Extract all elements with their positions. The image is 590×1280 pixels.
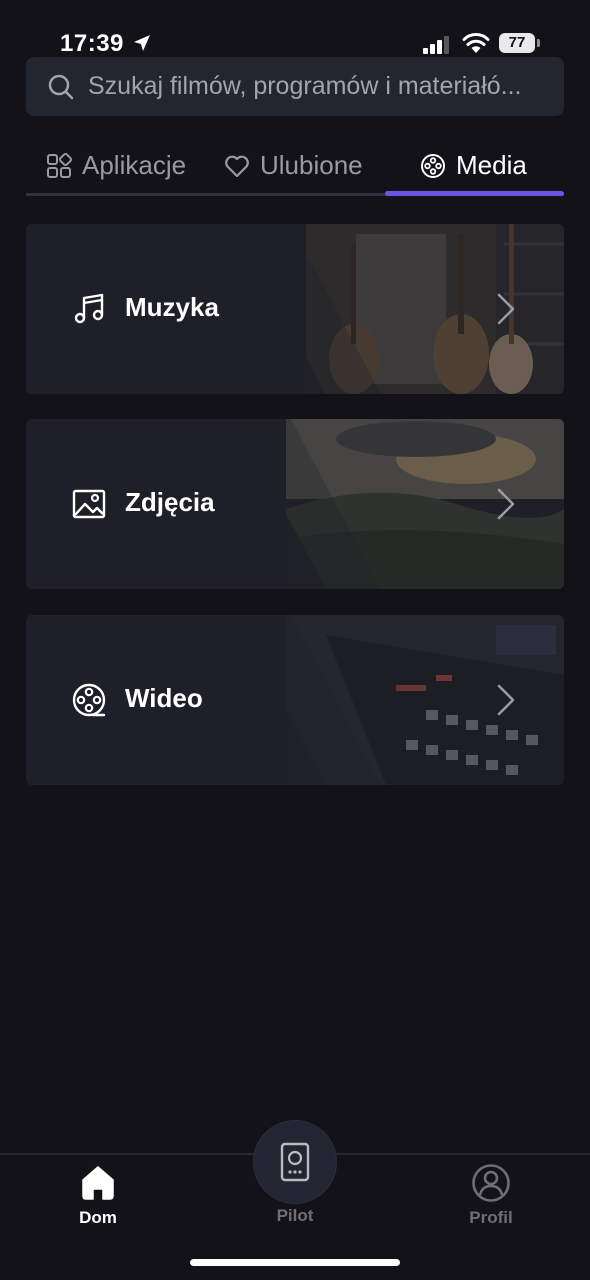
tab-ulubione[interactable]: Ulubione xyxy=(224,138,363,193)
image-icon xyxy=(72,489,106,519)
tab-media[interactable]: Media xyxy=(420,138,527,193)
media-card-label: Muzyka xyxy=(125,292,219,322)
category-tabs: Aplikacje Ulubione Media xyxy=(26,138,564,198)
location-arrow-icon xyxy=(134,35,150,51)
nav-label: Profil xyxy=(469,1208,513,1227)
tab-label: Ulubione xyxy=(260,150,363,180)
status-time: 17:39 xyxy=(60,30,124,57)
nav-label: Pilot xyxy=(276,1206,314,1225)
battery-level: 77 xyxy=(508,34,526,51)
status-bar: 17:39 77 xyxy=(0,0,590,57)
heart-icon xyxy=(225,155,249,177)
tab-label: Media xyxy=(456,150,527,180)
nav-item-pilot[interactable] xyxy=(254,1121,336,1203)
media-card-label: Zdjęcia xyxy=(125,487,215,517)
tab-aplikacje[interactable]: Aplikacje xyxy=(46,138,186,193)
tab-label: Aplikacje xyxy=(82,150,187,180)
search-input[interactable] xyxy=(88,57,550,116)
cellular-signal-icon xyxy=(423,36,449,54)
apps-grid-icon xyxy=(47,152,72,178)
film-reel-icon xyxy=(72,683,106,717)
chevron-right-icon xyxy=(497,293,515,325)
nav-label: Dom xyxy=(79,1208,117,1227)
music-note-icon xyxy=(74,293,104,324)
media-card-video[interactable]: Wideo xyxy=(26,615,564,785)
film-reel-icon xyxy=(421,153,445,178)
nav-item-home[interactable]: Dom xyxy=(38,1155,158,1245)
profile-icon xyxy=(472,1164,510,1202)
chevron-right-icon xyxy=(497,684,515,716)
remote-icon xyxy=(280,1142,310,1182)
battery-indicator: 77 xyxy=(499,33,541,55)
search-bar[interactable] xyxy=(26,57,564,116)
nav-item-profile[interactable]: Profil xyxy=(431,1155,551,1245)
media-card-photos[interactable]: Zdjęcia xyxy=(26,419,564,589)
search-icon xyxy=(48,74,74,100)
active-tab-indicator xyxy=(385,191,564,196)
wifi-icon xyxy=(462,33,490,53)
home-indicator xyxy=(190,1259,400,1266)
media-card-label: Wideo xyxy=(125,683,203,713)
chevron-right-icon xyxy=(497,488,515,520)
home-icon xyxy=(82,1166,114,1200)
media-card-music[interactable]: Muzyka xyxy=(26,224,564,394)
